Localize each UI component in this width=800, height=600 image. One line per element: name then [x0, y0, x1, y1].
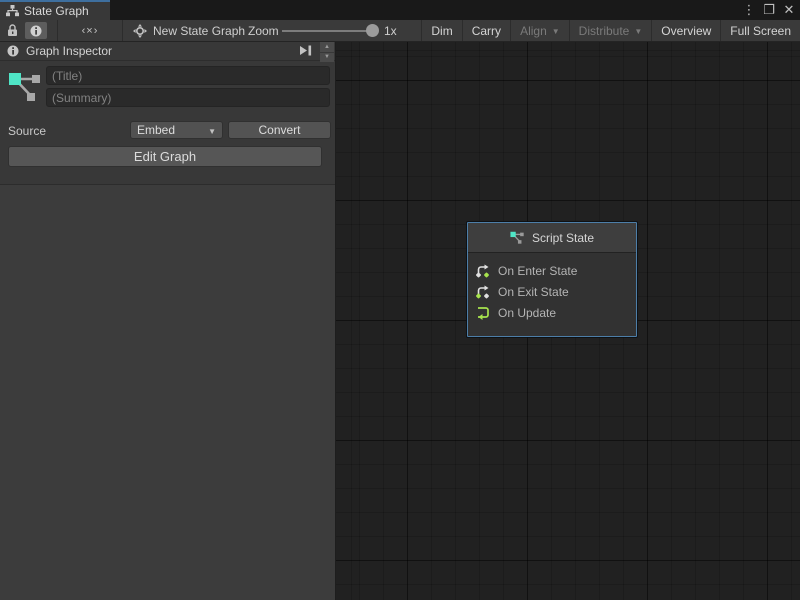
- source-dropdown[interactable]: Embed ▼: [130, 121, 223, 139]
- node-body: On Enter State On Exit State On Update: [468, 253, 636, 323]
- tab-label: State Graph: [24, 4, 89, 18]
- full-screen-button[interactable]: Full Screen: [720, 20, 800, 41]
- zoom-label: Zoom: [248, 20, 279, 41]
- zoom-slider-track[interactable]: [282, 30, 378, 32]
- chevron-down-icon: ▼: [208, 127, 216, 136]
- node-item-on-update[interactable]: On Update: [476, 302, 636, 323]
- chevron-down-icon: ▼: [552, 27, 560, 36]
- graph-canvas[interactable]: Script State On Enter State O: [336, 42, 800, 600]
- zoom-slider-handle[interactable]: [366, 24, 379, 37]
- state-graph-icon: [510, 230, 525, 245]
- window-menu-icon[interactable]: ⋮: [742, 2, 756, 18]
- toolbar-right-group: Dim Carry Align▼ Distribute▼ Overview Fu…: [421, 20, 800, 41]
- lock-icon: [7, 24, 18, 37]
- info-icon: [30, 25, 42, 37]
- dim-button[interactable]: Dim: [421, 20, 461, 41]
- graph-inspector-panel: Graph Inspector ▲ ▼ Source Embed ▼ Conve…: [0, 42, 336, 600]
- scroll-down-button[interactable]: ▼: [320, 53, 334, 63]
- window-controls: ⋮ ❐ ✕: [742, 0, 796, 20]
- carry-button[interactable]: Carry: [462, 20, 510, 41]
- title-field[interactable]: [46, 66, 330, 85]
- script-state-node-header[interactable]: Script State: [468, 223, 636, 253]
- distribute-button[interactable]: Distribute▼: [569, 20, 652, 41]
- graph-inspector-header: Graph Inspector: [0, 42, 335, 61]
- inspector-toggle-button[interactable]: [25, 22, 47, 39]
- script-state-node[interactable]: Script State On Enter State O: [467, 222, 637, 337]
- toolbar-separator: [122, 20, 123, 41]
- update-icon: [476, 306, 490, 320]
- state-graph-icon: [8, 66, 42, 104]
- maximize-icon[interactable]: ❐: [762, 2, 776, 18]
- graph-toolbar: ‹×› New State Graph Zoom 1x Dim Carry Al…: [0, 20, 800, 42]
- enter-state-icon: [476, 264, 490, 278]
- node-item-on-exit-state[interactable]: On Exit State: [476, 281, 636, 302]
- code-icon: ‹×›: [82, 25, 99, 37]
- node-title: Script State: [532, 231, 594, 245]
- code-view-button[interactable]: ‹×›: [70, 20, 110, 41]
- source-dropdown-value: Embed: [137, 123, 175, 137]
- dock-panel-button[interactable]: [298, 44, 313, 57]
- lock-button[interactable]: [7, 20, 18, 41]
- zoom-value: 1x: [384, 20, 397, 41]
- inspector-scrollbar: ▲ ▼: [320, 42, 334, 62]
- edit-graph-button[interactable]: Edit Graph: [8, 146, 322, 167]
- tab-state-graph[interactable]: State Graph: [0, 0, 110, 20]
- graph-inspector-title: Graph Inspector: [26, 44, 112, 58]
- toolbar-separator: [57, 20, 58, 41]
- align-button[interactable]: Align▼: [510, 20, 569, 41]
- source-label: Source: [8, 124, 46, 138]
- chevron-down-icon: ▼: [634, 27, 642, 36]
- graph-hierarchy-icon: [6, 5, 19, 17]
- convert-button[interactable]: Convert: [228, 121, 331, 139]
- exit-state-icon: [476, 285, 490, 299]
- inspector-lower-panel: [0, 184, 335, 600]
- overview-button[interactable]: Overview: [651, 20, 720, 41]
- info-icon: [7, 45, 19, 57]
- dock-arrow-icon: [298, 44, 313, 57]
- new-state-graph-button[interactable]: New State Graph: [133, 20, 245, 41]
- node-item-on-enter-state[interactable]: On Enter State: [476, 260, 636, 281]
- tab-strip: State Graph ⋮ ❐ ✕: [0, 0, 800, 20]
- new-state-graph-label: New State Graph: [153, 24, 245, 38]
- gizmo-move-icon: [133, 24, 147, 38]
- summary-field[interactable]: [46, 88, 330, 107]
- scroll-up-button[interactable]: ▲: [320, 42, 334, 52]
- close-icon[interactable]: ✕: [782, 2, 796, 18]
